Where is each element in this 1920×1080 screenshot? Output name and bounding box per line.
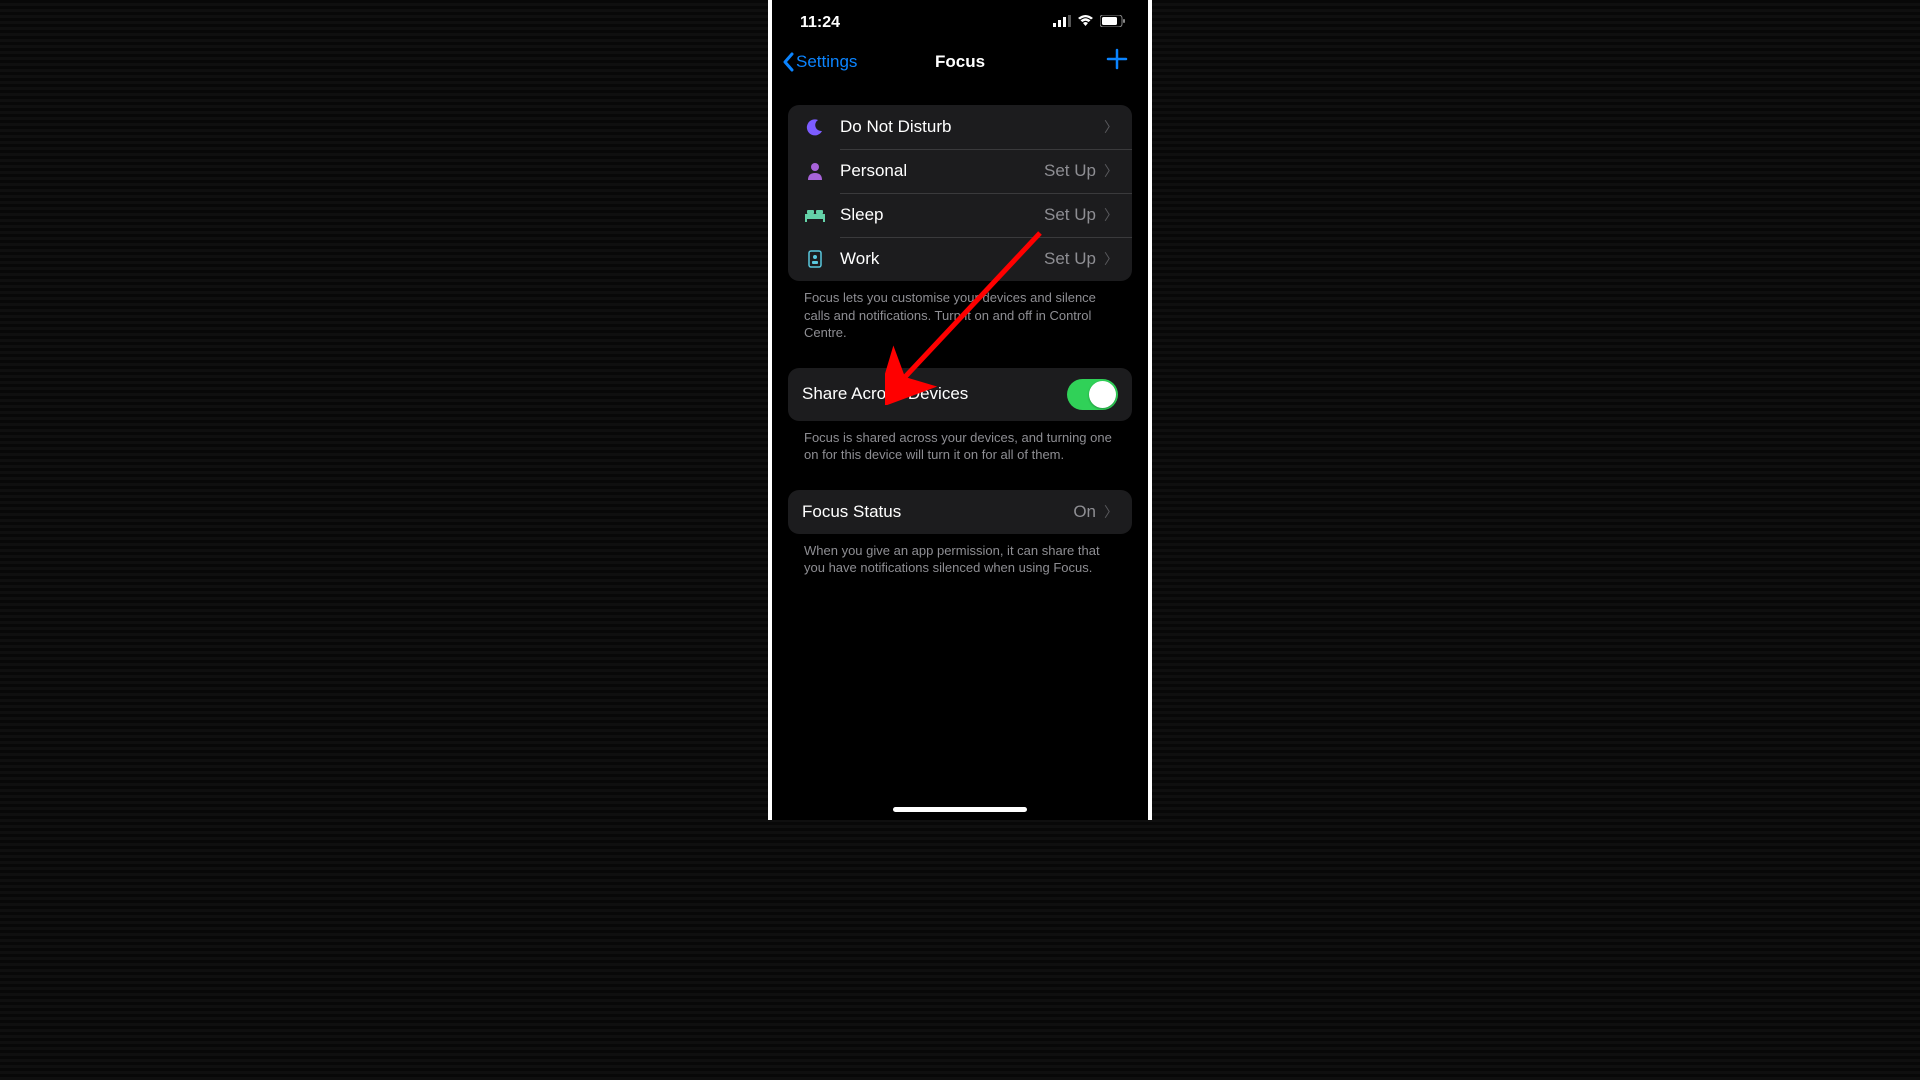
chevron-right-icon: 〉 xyxy=(1104,117,1118,137)
chevron-right-icon: 〉 xyxy=(1104,502,1118,522)
chevron-right-icon: 〉 xyxy=(1104,205,1118,225)
status-value: On xyxy=(1073,502,1096,522)
page-title: Focus xyxy=(935,52,985,72)
status-footer: When you give an app permission, it can … xyxy=(788,534,1132,577)
share-group: Share Across Devices xyxy=(788,368,1132,421)
status-time: 11:24 xyxy=(800,14,840,32)
focus-status-row[interactable]: Focus Status On 〉 xyxy=(788,490,1132,534)
share-row: Share Across Devices xyxy=(788,368,1132,421)
status-bar: 11:24 xyxy=(772,0,1148,36)
row-label: Work xyxy=(840,249,1044,269)
focus-footer: Focus lets you customise your devices an… xyxy=(788,281,1132,342)
chevron-right-icon: 〉 xyxy=(1104,161,1118,181)
focus-row-dnd[interactable]: Do Not Disturb 〉 xyxy=(788,105,1132,149)
share-footer: Focus is shared across your devices, and… xyxy=(788,421,1132,464)
back-button[interactable]: Settings xyxy=(782,52,857,72)
wifi-icon xyxy=(1077,14,1094,32)
plus-icon xyxy=(1106,48,1128,70)
share-toggle[interactable] xyxy=(1067,379,1118,410)
person-icon xyxy=(802,162,828,180)
row-value: Set Up xyxy=(1044,161,1096,181)
status-label: Focus Status xyxy=(802,502,1073,522)
row-label: Personal xyxy=(840,161,1044,181)
nav-bar: Settings Focus xyxy=(772,36,1148,87)
back-label: Settings xyxy=(796,52,857,72)
badge-icon xyxy=(802,250,828,268)
row-label: Sleep xyxy=(840,205,1044,225)
focus-row-work[interactable]: Work Set Up 〉 xyxy=(788,237,1132,281)
row-value: Set Up xyxy=(1044,249,1096,269)
phone-frame: 11:24 Settings Focus xyxy=(768,0,1152,820)
status-right xyxy=(1053,14,1126,32)
battery-icon xyxy=(1100,14,1126,32)
chevron-left-icon xyxy=(782,52,794,72)
chevron-right-icon: 〉 xyxy=(1104,249,1118,269)
focus-row-personal[interactable]: Personal Set Up 〉 xyxy=(788,149,1132,193)
bed-icon xyxy=(802,208,828,222)
add-button[interactable] xyxy=(1106,46,1132,77)
focus-status-group: Focus Status On 〉 xyxy=(788,490,1132,534)
cellular-icon xyxy=(1053,14,1071,32)
focus-row-sleep[interactable]: Sleep Set Up 〉 xyxy=(788,193,1132,237)
home-indicator[interactable] xyxy=(893,807,1027,812)
row-value: Set Up xyxy=(1044,205,1096,225)
moon-icon xyxy=(802,118,828,136)
toggle-knob xyxy=(1089,381,1116,408)
focus-modes-group: Do Not Disturb 〉 Personal Set Up 〉 Sleep… xyxy=(788,105,1132,281)
row-label: Do Not Disturb xyxy=(840,117,1104,137)
share-label: Share Across Devices xyxy=(802,384,1067,404)
content: Do Not Disturb 〉 Personal Set Up 〉 Sleep… xyxy=(772,87,1148,577)
